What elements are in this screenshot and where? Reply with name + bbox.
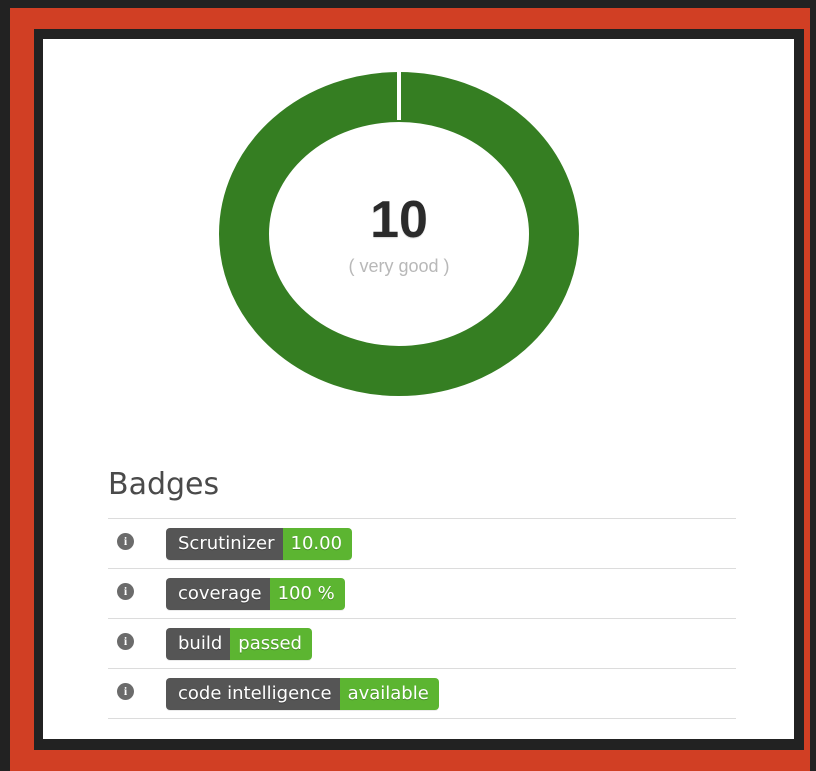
info-icon[interactable]: i xyxy=(117,633,134,650)
code-intelligence-badge[interactable]: code intelligence available xyxy=(166,678,439,710)
info-icon[interactable]: i xyxy=(117,533,134,550)
score-rating-label: ( very good ) xyxy=(348,256,450,276)
badge-subject: coverage xyxy=(166,578,270,610)
score-ring-gap xyxy=(397,72,401,120)
badge-row-build: i build passed xyxy=(108,619,736,669)
badge-status: available xyxy=(339,678,439,710)
info-icon[interactable]: i xyxy=(117,683,134,700)
score-donut: 10 ( very good ) xyxy=(218,72,580,396)
info-icon[interactable]: i xyxy=(117,583,134,600)
scrutinizer-badge[interactable]: Scrutinizer 10.00 xyxy=(166,528,353,560)
badge-list: i Scrutinizer 10.00 i coverage 100 % i b… xyxy=(108,518,736,719)
badge-subject: build xyxy=(166,628,231,660)
score-value: 10 xyxy=(370,191,428,249)
badge-row-scrutinizer: i Scrutinizer 10.00 xyxy=(108,519,736,569)
badges-heading: Badges xyxy=(108,467,220,502)
build-badge[interactable]: build passed xyxy=(166,628,312,660)
coverage-badge[interactable]: coverage 100 % xyxy=(166,578,345,610)
badge-status: 10.00 xyxy=(282,528,353,560)
badge-status: passed xyxy=(230,628,312,660)
badge-subject: code intelligence xyxy=(166,678,340,710)
badge-row-coverage: i coverage 100 % xyxy=(108,569,736,619)
badge-row-code-intelligence: i code intelligence available xyxy=(108,669,736,719)
badge-status: 100 % xyxy=(269,578,345,610)
badge-subject: Scrutinizer xyxy=(166,528,283,560)
